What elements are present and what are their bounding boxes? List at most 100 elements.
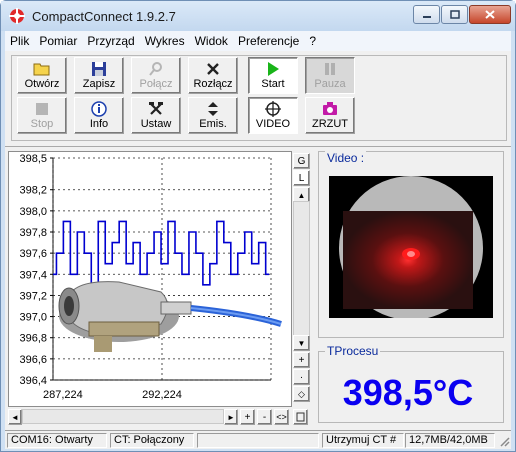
global-scale-button[interactable]: G	[293, 153, 310, 169]
status-memory: 12,7MB/42,0MB	[405, 433, 495, 448]
y-tick-label: 398,2	[19, 185, 47, 197]
horizontal-scrollbar[interactable]	[22, 409, 224, 424]
arrow-down-icon: ▼	[297, 338, 306, 348]
start-label: Start	[261, 78, 285, 90]
menu-pomiar[interactable]: Pomiar	[34, 34, 82, 48]
info-icon	[91, 100, 107, 117]
close-icon	[485, 10, 495, 19]
menu-plik[interactable]: Plik	[5, 34, 34, 48]
menu-preferencje[interactable]: Preferencje	[233, 34, 304, 48]
y-tick-label: 398,0	[19, 206, 47, 218]
chart-panel: 398,5 398,2 398,0 397,8 397,6 397,4 397,2 397,0…	[8, 151, 292, 407]
scroll-right-button[interactable]: ►	[224, 409, 238, 425]
corner-icon	[296, 412, 305, 422]
plus-x-icon: +	[244, 411, 251, 423]
menu-bar: Plik Pomiar Przyrząd Wykres Widok Prefer…	[5, 31, 511, 51]
open-button[interactable]: Otwórz	[17, 57, 67, 94]
status-connection: CT: Połączony	[110, 433, 194, 448]
zoom-dot-y-button[interactable]: ·	[293, 369, 310, 385]
settings-button[interactable]: Ustaw	[131, 97, 181, 134]
info-button[interactable]: Info	[74, 97, 124, 134]
snapshot-button[interactable]: ZRZUT	[305, 97, 355, 134]
arrow-up-icon: ▲	[297, 190, 306, 200]
crosshair-icon	[265, 100, 281, 117]
video-button[interactable]: VIDEO	[248, 97, 298, 134]
arrow-right-icon: ►	[227, 412, 235, 422]
y-tick-label: 397,4	[19, 269, 47, 281]
pause-button[interactable]: Pauza	[305, 57, 355, 94]
status-port: COM16: Otwarty	[7, 433, 107, 448]
status-bar: COM16: Otwarty CT: Połączony Utrzymuj CT…	[5, 430, 511, 449]
pause-label: Pauza	[314, 78, 346, 90]
resize-grip-icon[interactable]	[498, 435, 510, 447]
video-title: Video :	[325, 151, 367, 165]
arrow-left-icon: ◄	[11, 412, 19, 422]
menu-help[interactable]: ?	[304, 34, 321, 48]
chart-horizontal-controls: ◄ ► + - <>	[8, 408, 308, 425]
video-image	[329, 176, 493, 318]
folder-icon	[33, 63, 50, 76]
status-empty	[197, 433, 319, 448]
video-label: VIDEO	[255, 118, 291, 130]
stop-button[interactable]: Stop	[17, 97, 67, 134]
scroll-left-button[interactable]: ◄	[8, 409, 22, 425]
start-button[interactable]: Start	[248, 57, 298, 94]
fit-x-button[interactable]: <>	[274, 409, 289, 425]
local-scale-label: L	[298, 172, 305, 184]
menu-przyrzad[interactable]: Przyrząd	[82, 34, 139, 48]
status-hold: Utrzymuj CT #	[322, 433, 404, 448]
disconnect-button[interactable]: Rozłącz	[188, 57, 238, 94]
save-button[interactable]: Zapisz	[74, 57, 124, 94]
zoom-out-x-button[interactable]: -	[257, 409, 272, 425]
video-group: Video :	[318, 151, 504, 338]
connect-icon	[149, 61, 162, 76]
disconnect-icon	[207, 62, 219, 75]
tools-icon	[149, 101, 163, 115]
disconnect-label: Rozłącz	[193, 78, 233, 90]
y-tick-label: 396,6	[19, 354, 47, 366]
zoom-in-x-button[interactable]: +	[240, 409, 255, 425]
y-tick-label: 397,6	[19, 248, 47, 260]
emissivity-icon	[208, 101, 218, 116]
fit-y-button[interactable]: ◇	[293, 386, 310, 402]
client-area: 398,5 398,2 398,0 397,8 397,6 397,4 397,2 397,0…	[5, 147, 511, 430]
video-feed[interactable]	[329, 176, 493, 318]
y-tick-label: 397,2	[19, 290, 47, 302]
chart-side-controls: G L ▲ ▼ + · ◇	[293, 151, 311, 407]
minimize-button[interactable]	[413, 5, 440, 24]
app-window: CompactConnect 1.9.2.7 Plik Pomiar Przyr…	[0, 0, 516, 452]
connect-button[interactable]: Połącz	[131, 57, 181, 94]
temperature-series-line	[53, 220, 270, 286]
emissivity-button[interactable]: Emis.	[188, 97, 238, 134]
x-tick-label: 292,224	[142, 389, 182, 401]
app-logo-icon	[9, 8, 25, 24]
emissivity-label: Emis.	[199, 118, 227, 130]
temperature-chart: 398,5 398,2 398,0 397,8 397,6 397,4 397,2 397,0…	[19, 153, 282, 401]
zoom-in-y-button[interactable]: +	[293, 352, 310, 368]
window-title: CompactConnect 1.9.2.7	[32, 9, 176, 24]
x-tick-label: 287,224	[43, 389, 83, 401]
process-temperature-title: TProcesu	[325, 344, 381, 358]
fit-horizontal-icon: <>	[276, 412, 287, 422]
process-temperature-group: TProcesu 398,5°C	[318, 344, 504, 423]
scroll-down-button[interactable]: ▼	[293, 335, 310, 351]
vertical-scrollbar[interactable]	[293, 201, 310, 351]
save-label: Zapisz	[82, 78, 116, 90]
menu-widok[interactable]: Widok	[190, 34, 233, 48]
y-tick-label: 398,5	[19, 153, 47, 165]
close-button[interactable]	[469, 5, 511, 24]
fit-vertical-icon: ◇	[298, 388, 305, 399]
menu-wykres[interactable]: Wykres	[140, 34, 190, 48]
maximize-button[interactable]	[441, 5, 468, 24]
minimize-icon	[422, 15, 431, 18]
snapshot-label: ZRZUT	[311, 118, 349, 130]
y-tick-label: 397,0	[19, 312, 47, 324]
stop-label: Stop	[30, 118, 54, 130]
minus-x-icon: -	[262, 411, 267, 423]
pause-icon	[325, 62, 335, 75]
local-scale-button[interactable]: L	[293, 170, 310, 186]
title-bar[interactable]: CompactConnect 1.9.2.7	[1, 1, 515, 31]
y-tick-label: 396,4	[19, 375, 47, 387]
connect-label: Połącz	[139, 78, 173, 90]
corner-button[interactable]	[293, 409, 308, 425]
